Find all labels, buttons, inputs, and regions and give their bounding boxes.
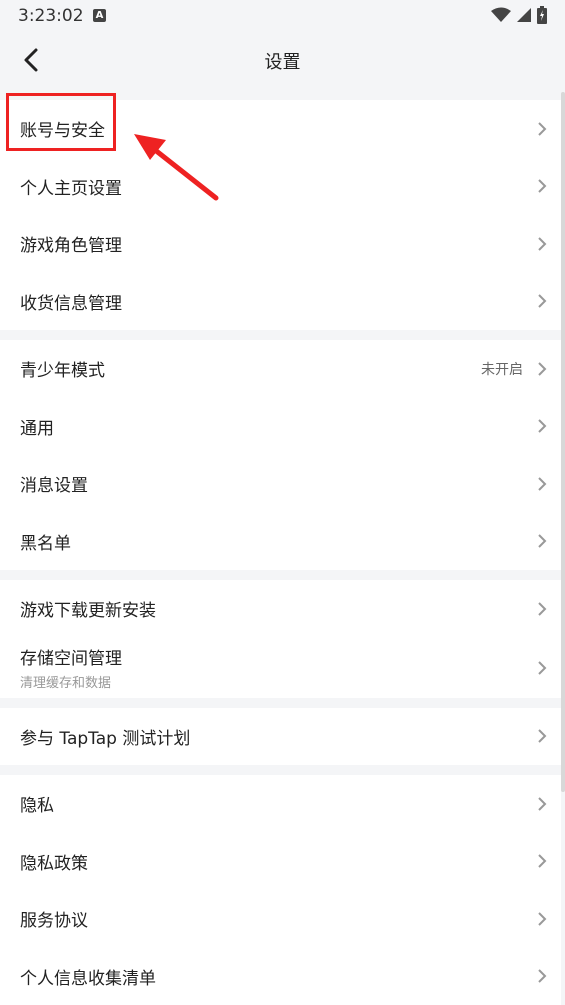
settings-item-label: 参与 TapTap 测试计划 bbox=[20, 724, 190, 749]
group-divider bbox=[0, 330, 561, 340]
settings-item-test-program[interactable]: 参与 TapTap 测试计划 bbox=[0, 708, 561, 766]
settings-item-label: 游戏下载更新安装 bbox=[20, 596, 156, 621]
chevron-right-icon bbox=[537, 418, 547, 434]
settings-item-subtitle: 清理缓存和数据 bbox=[20, 672, 111, 691]
status-time: 3:23:02 bbox=[18, 6, 84, 26]
settings-item-shipping-info[interactable]: 收货信息管理 bbox=[0, 273, 561, 331]
settings-item-storage[interactable]: 存储空间管理 清理缓存和数据 bbox=[0, 638, 561, 698]
chevron-right-icon bbox=[537, 121, 547, 137]
group-divider bbox=[0, 698, 561, 708]
settings-item-label: 收货信息管理 bbox=[20, 289, 122, 314]
settings-item-label: 个人信息收集清单 bbox=[20, 964, 156, 989]
settings-item-general[interactable]: 通用 bbox=[0, 398, 561, 456]
settings-item-service-agreement[interactable]: 服务协议 bbox=[0, 890, 561, 948]
settings-item-label: 存储空间管理 bbox=[20, 644, 122, 669]
chevron-right-icon bbox=[537, 796, 547, 812]
settings-item-blacklist[interactable]: 黑名单 bbox=[0, 513, 561, 571]
battery-icon bbox=[537, 6, 547, 24]
settings-item-label: 青少年模式 bbox=[20, 356, 105, 381]
teen-mode-status: 未开启 bbox=[481, 359, 523, 379]
settings-item-notifications[interactable]: 消息设置 bbox=[0, 455, 561, 513]
settings-item-label: 隐私 bbox=[20, 791, 54, 816]
status-icons bbox=[491, 6, 547, 24]
settings-group-testing: 参与 TapTap 测试计划 bbox=[0, 708, 561, 766]
group-divider bbox=[0, 570, 561, 580]
settings-group-general: 青少年模式 未开启 通用 消息设置 黑名单 bbox=[0, 340, 561, 570]
annotation-arrow-icon bbox=[130, 130, 225, 205]
settings-item-label: 游戏角色管理 bbox=[20, 231, 122, 256]
chevron-right-icon bbox=[537, 236, 547, 252]
notification-icon: A bbox=[93, 9, 106, 22]
chevron-right-icon bbox=[537, 853, 547, 869]
chevron-right-icon bbox=[537, 533, 547, 549]
settings-item-label: 服务协议 bbox=[20, 906, 88, 931]
settings-item-label: 消息设置 bbox=[20, 471, 88, 496]
chevron-right-icon bbox=[537, 728, 547, 744]
chevron-right-icon bbox=[537, 911, 547, 927]
chevron-right-icon bbox=[537, 968, 547, 984]
settings-item-download-install[interactable]: 游戏下载更新安装 bbox=[0, 580, 561, 638]
header: 设置 bbox=[0, 32, 565, 88]
page-title: 设置 bbox=[0, 48, 565, 74]
chevron-right-icon bbox=[537, 601, 547, 617]
settings-item-profile[interactable]: 个人主页设置 bbox=[0, 158, 561, 216]
scrollbar[interactable] bbox=[561, 92, 565, 792]
settings-item-personal-info-list[interactable]: 个人信息收集清单 bbox=[0, 948, 561, 1005]
chevron-right-icon bbox=[537, 178, 547, 194]
group-divider bbox=[0, 765, 561, 775]
settings-item-teen-mode[interactable]: 青少年模式 未开启 bbox=[0, 340, 561, 398]
settings-item-label: 通用 bbox=[20, 414, 54, 439]
signal-icon bbox=[517, 7, 531, 23]
settings-item-label: 隐私政策 bbox=[20, 849, 88, 874]
settings-item-privacy-policy[interactable]: 隐私政策 bbox=[0, 833, 561, 891]
settings-list: 账号与安全 个人主页设置 游戏角色管理 收货信息管理 青少年模式 未开启 通用 … bbox=[0, 100, 561, 1005]
settings-item-label: 个人主页设置 bbox=[20, 174, 122, 199]
settings-group-privacy: 隐私 隐私政策 服务协议 个人信息收集清单 bbox=[0, 775, 561, 1005]
settings-group-storage: 游戏下载更新安装 存储空间管理 清理缓存和数据 bbox=[0, 580, 561, 698]
chevron-right-icon bbox=[537, 660, 547, 676]
settings-item-label: 黑名单 bbox=[20, 529, 71, 554]
chevron-right-icon bbox=[537, 361, 547, 377]
status-bar: 3:23:02 A bbox=[0, 0, 565, 32]
wifi-icon bbox=[491, 7, 511, 23]
chevron-right-icon bbox=[537, 293, 547, 309]
settings-item-game-roles[interactable]: 游戏角色管理 bbox=[0, 215, 561, 273]
chevron-right-icon bbox=[537, 476, 547, 492]
settings-item-privacy[interactable]: 隐私 bbox=[0, 775, 561, 833]
annotation-highlight-box bbox=[6, 93, 116, 151]
